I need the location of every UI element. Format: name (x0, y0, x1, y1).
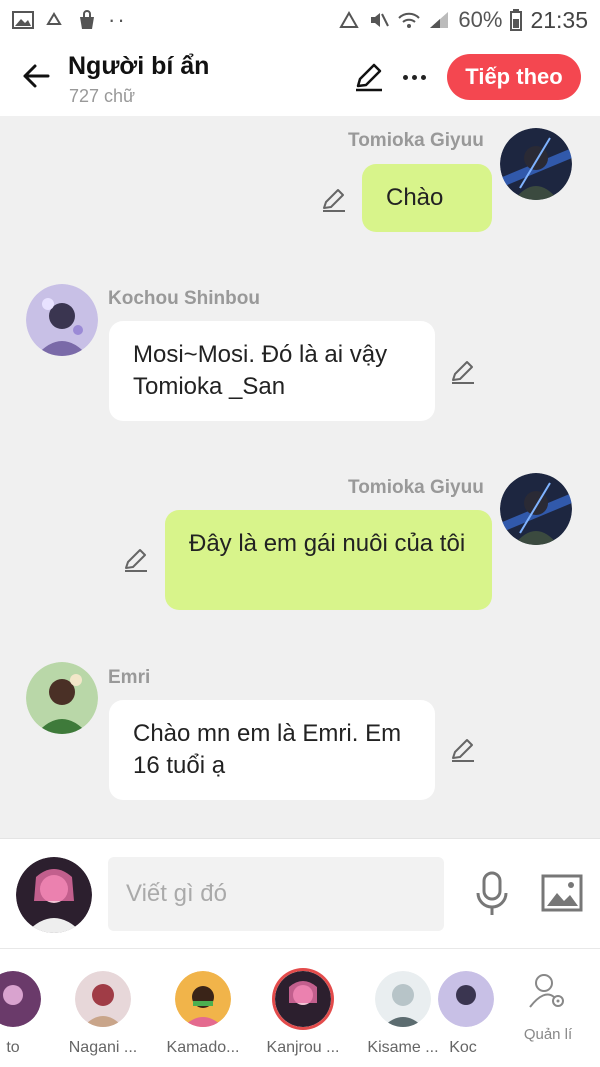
edit-message-button[interactable] (122, 546, 150, 574)
pencil-icon (125, 549, 147, 572)
more-dot-icon (411, 74, 417, 80)
avatar[interactable] (500, 128, 572, 200)
user-settings-icon (529, 974, 564, 1008)
message-bubble[interactable]: Chào (362, 164, 492, 232)
data-saver-icon (339, 10, 360, 28)
edit-message-button[interactable] (449, 358, 477, 386)
character-avatar (175, 971, 231, 1027)
app-header: Người bí ẩn 727 chữ Tiếp theo (0, 40, 600, 116)
character-avatar (275, 971, 331, 1027)
signal-icon (430, 12, 449, 28)
edit-message-button[interactable] (320, 186, 348, 214)
message-bubble[interactable]: Mosi~Mosi. Đó là ai vậy Tomioka _San (109, 321, 435, 421)
manage-characters-button[interactable]: Quản lí (510, 971, 586, 1043)
avatar[interactable] (500, 473, 572, 545)
character-item-selected[interactable]: Kanjrou ... (258, 971, 348, 1057)
character-item[interactable]: Koc (438, 971, 494, 1057)
message-bubble[interactable]: Chào mn em là Emri. Em 16 tuổi ạ (109, 700, 435, 800)
character-bar[interactable]: to Nagani ... Kamado... Kanjrou ... Kisa… (0, 948, 600, 1067)
character-label: Kisame ... (367, 1039, 439, 1056)
character-item[interactable]: Nagani ... (58, 971, 148, 1057)
voice-button[interactable] (474, 871, 510, 917)
page-title: Người bí ẩn (68, 52, 210, 80)
character-avatar (375, 971, 431, 1027)
next-button[interactable]: Tiếp theo (447, 54, 581, 100)
mute-icon (371, 13, 390, 27)
back-button[interactable] (18, 58, 54, 94)
image-icon (541, 874, 583, 912)
more-options-button[interactable] (397, 60, 431, 94)
sender-name: Kochou Shinbou (108, 288, 260, 309)
character-item[interactable]: Kamado... (158, 971, 248, 1057)
character-label: to (6, 1039, 20, 1056)
more-dot-icon (420, 74, 426, 80)
sender-name: Tomioka Giyuu (348, 477, 484, 498)
wifi-icon (398, 12, 421, 28)
message-bubble[interactable]: Đây là em gái nuôi của tôi (165, 510, 492, 610)
character-label: Kamado... (166, 1039, 240, 1056)
recycle-icon (46, 12, 62, 25)
pencil-icon (356, 63, 382, 92)
character-label: Koc (449, 1039, 477, 1056)
pencil-icon (452, 361, 474, 384)
clock: 21:35 (530, 6, 588, 33)
avatar[interactable] (26, 662, 98, 734)
manage-label: Quản lí (523, 1026, 573, 1043)
current-character-avatar[interactable] (16, 857, 92, 933)
character-avatar (75, 971, 131, 1027)
more-dot-icon (402, 74, 408, 80)
character-label: Kanjrou ... (266, 1039, 340, 1056)
microphone-icon (476, 871, 508, 915)
message-input[interactable]: Viết gì đó (108, 857, 444, 931)
edit-button[interactable] (352, 60, 386, 94)
character-item[interactable]: Kisame ... (358, 971, 448, 1057)
back-arrow-icon (23, 64, 50, 88)
character-label: Nagani ... (68, 1039, 138, 1056)
gallery-icon (12, 11, 34, 29)
edit-message-button[interactable] (449, 736, 477, 764)
character-item[interactable]: to (0, 971, 58, 1057)
battery-icon (510, 9, 523, 31)
character-avatar (0, 971, 41, 1027)
status-bar: ·· 60% 21:35 (0, 0, 600, 40)
chat-area[interactable]: Tomioka Giyuu Chào Kochou Shinbou Mosi~M… (0, 116, 600, 838)
avatar[interactable] (26, 284, 98, 356)
word-count: 727 chữ (69, 86, 136, 106)
sender-name: Tomioka Giyuu (348, 130, 484, 151)
character-avatar (438, 971, 494, 1027)
image-button[interactable] (541, 873, 583, 913)
message-composer: Viết gì đó (0, 838, 600, 948)
pencil-icon (323, 189, 345, 212)
battery-percent: 60% (458, 7, 503, 32)
pencil-icon (452, 739, 474, 762)
more-notifications-icon: ·· (108, 7, 127, 32)
sender-name: Emri (108, 667, 151, 688)
shopping-bag-icon (80, 10, 94, 29)
